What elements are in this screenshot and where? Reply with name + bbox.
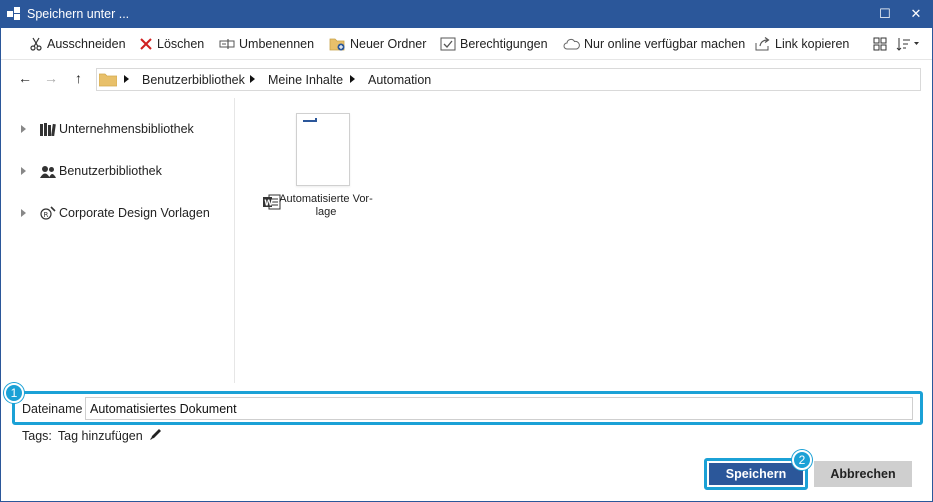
step-badge-1: 1 bbox=[4, 383, 24, 403]
tags-label: Tags: bbox=[22, 428, 52, 443]
permissions-label: Berechtigungen bbox=[460, 37, 548, 51]
sidebar-item-unternehmensbibliothek[interactable]: Unternehmensbibliothek bbox=[21, 120, 194, 138]
delete-button[interactable]: Löschen bbox=[139, 35, 204, 53]
new-folder-icon bbox=[329, 37, 346, 51]
breadcrumb-separator-icon bbox=[250, 75, 255, 83]
copy-link-label: Link kopieren bbox=[775, 37, 850, 51]
permissions-icon bbox=[440, 37, 456, 51]
cloud-icon bbox=[563, 38, 580, 50]
corporate-design-icon: R bbox=[40, 206, 56, 220]
toolbar: Ausschneiden Löschen Umbenennen Neuer Or… bbox=[1, 28, 932, 59]
expand-arrow-icon[interactable] bbox=[21, 125, 26, 133]
delete-icon bbox=[139, 37, 153, 51]
expand-arrow-icon[interactable] bbox=[21, 209, 26, 217]
copy-link-button[interactable]: Link kopieren bbox=[755, 35, 849, 53]
rename-label: Umbenennen bbox=[239, 37, 315, 51]
permissions-button[interactable]: Berechtigungen bbox=[440, 35, 548, 53]
file-thumbnail[interactable] bbox=[296, 113, 350, 186]
breadcrumb-item[interactable]: Meine Inhalte bbox=[268, 73, 343, 87]
navigation-bar: ← → ↑ Benutzerbibliothek Meine Inhalte A… bbox=[1, 59, 932, 97]
breadcrumb-separator-icon bbox=[124, 75, 129, 83]
sidebar-item-corporate-design-vorlagen[interactable]: R Corporate Design Vorlagen bbox=[21, 204, 210, 222]
new-folder-button[interactable]: Neuer Ordner bbox=[329, 35, 426, 53]
pencil-icon[interactable] bbox=[149, 427, 163, 444]
cancel-button[interactable]: Abbrechen bbox=[814, 461, 912, 487]
app-icon bbox=[7, 7, 21, 21]
breadcrumb-item[interactable]: Benutzerbibliothek bbox=[142, 73, 245, 87]
sidebar-item-benutzerbibliothek[interactable]: Benutzerbibliothek bbox=[21, 162, 162, 180]
expand-arrow-icon[interactable] bbox=[21, 167, 26, 175]
new-folder-label: Neuer Ordner bbox=[350, 37, 427, 51]
thumbnail-mark bbox=[315, 118, 317, 120]
svg-text:W: W bbox=[264, 198, 273, 207]
breadcrumb-separator-icon bbox=[350, 75, 355, 83]
delete-label: Löschen bbox=[157, 37, 205, 51]
breadcrumb-item[interactable]: Automation bbox=[368, 73, 431, 87]
save-button[interactable]: Speichern bbox=[709, 463, 803, 485]
grid-view-icon bbox=[873, 37, 887, 51]
thumbnail-text-line bbox=[303, 120, 317, 122]
sort-icon bbox=[896, 37, 920, 51]
close-button[interactable]: ✕ bbox=[907, 5, 925, 23]
up-button[interactable]: ↑ bbox=[75, 71, 82, 85]
filename-input[interactable] bbox=[85, 397, 913, 420]
folder-icon bbox=[98, 72, 118, 90]
step-badge-2: 2 bbox=[792, 450, 812, 470]
online-only-button[interactable]: Nur online verfügbar machen bbox=[563, 35, 745, 53]
add-tag-link[interactable]: Tag hinzufügen bbox=[58, 429, 143, 443]
sidebar-item-label: Benutzerbibliothek bbox=[59, 164, 162, 178]
address-bar[interactable]: Benutzerbibliothek Meine Inhalte Automat… bbox=[96, 68, 921, 91]
cut-label: Ausschneiden bbox=[47, 37, 126, 51]
rename-icon bbox=[219, 37, 235, 51]
library-sidebar: Unternehmensbibliothek Benutzerbibliothe… bbox=[1, 98, 235, 383]
cut-button[interactable]: Ausschneiden bbox=[29, 35, 126, 53]
save-as-dialog: Speichern unter ... ☐ ✕ Ausschneiden Lös… bbox=[0, 0, 933, 502]
share-link-icon bbox=[755, 37, 771, 51]
rename-button[interactable]: Umbenennen bbox=[219, 35, 314, 53]
online-only-label: Nur online verfügbar machen bbox=[584, 37, 746, 51]
file-name-label[interactable]: Automatisierte Vor- lage bbox=[273, 193, 379, 219]
sidebar-item-label: Unternehmensbibliothek bbox=[59, 122, 194, 136]
svg-text:R: R bbox=[44, 211, 49, 219]
maximize-button[interactable]: ☐ bbox=[876, 5, 894, 23]
tags-row: Tags: Tag hinzufügen bbox=[22, 427, 163, 444]
forward-button[interactable]: → bbox=[44, 71, 58, 85]
sort-button[interactable] bbox=[896, 35, 920, 53]
filename-row: Dateiname bbox=[12, 391, 923, 425]
window-title: Speichern unter ... bbox=[27, 7, 130, 21]
filename-label: Dateiname bbox=[22, 402, 83, 416]
scissors-icon bbox=[29, 37, 43, 51]
books-icon bbox=[40, 122, 56, 136]
sidebar-item-label: Corporate Design Vorlagen bbox=[59, 206, 210, 220]
back-button[interactable]: ← bbox=[18, 71, 32, 85]
users-icon bbox=[40, 165, 56, 178]
view-mode-button[interactable] bbox=[873, 35, 887, 53]
title-bar: Speichern unter ... ☐ ✕ bbox=[1, 1, 932, 28]
